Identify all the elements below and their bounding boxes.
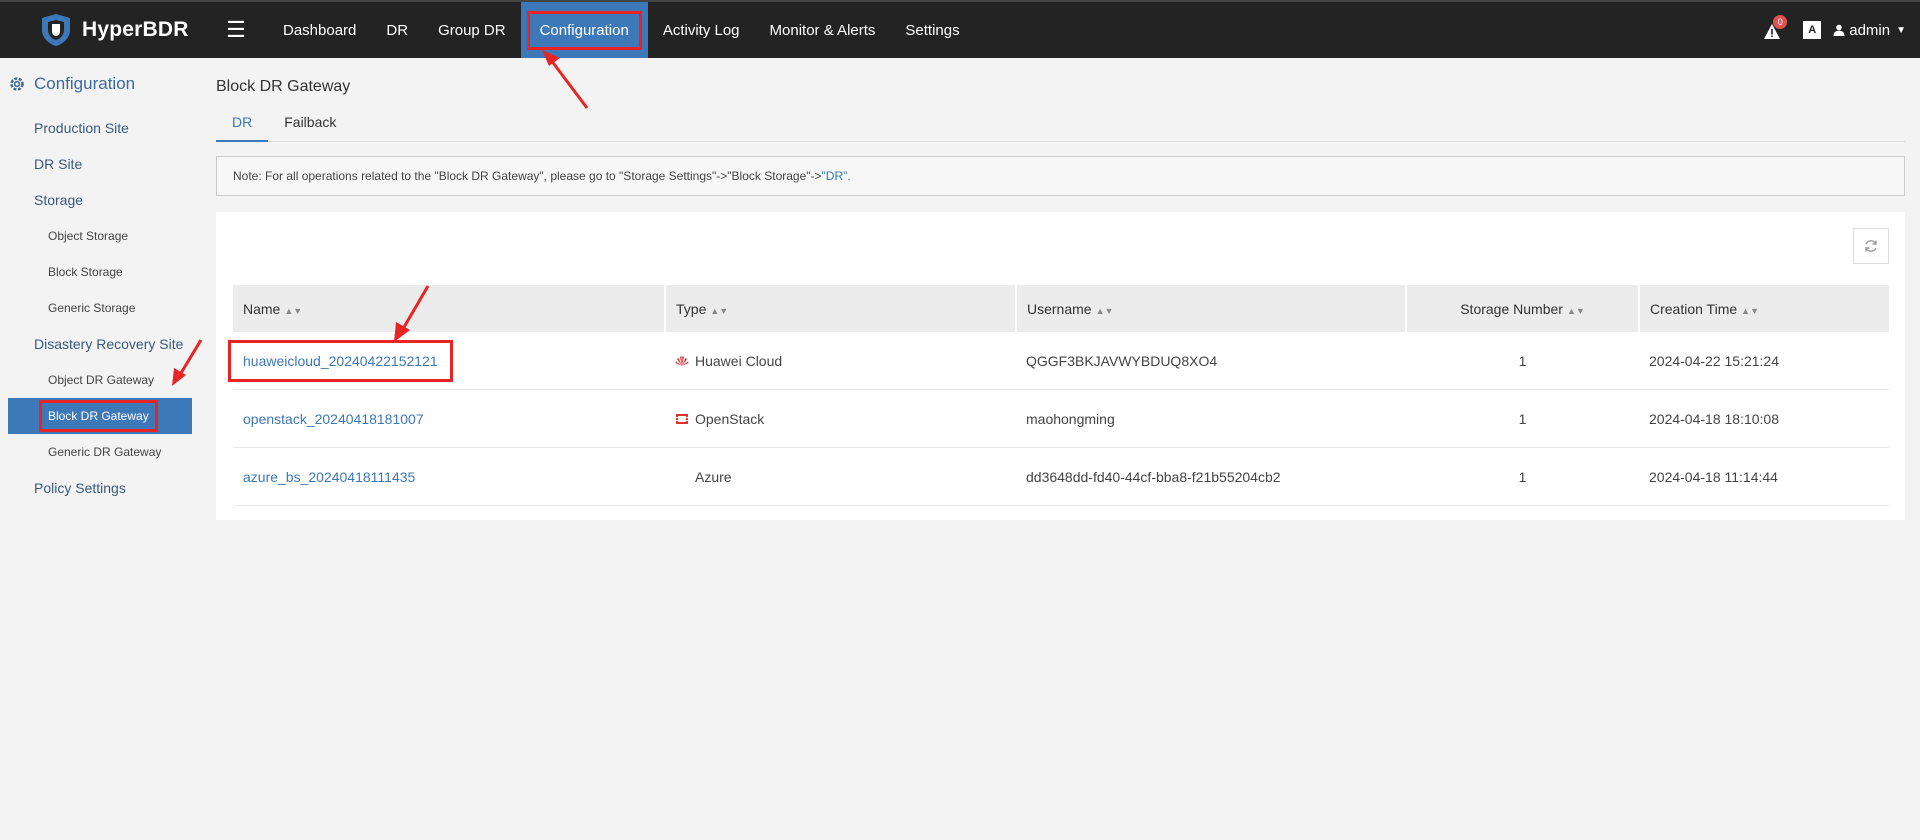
nav-activity-log[interactable]: Activity Log <box>648 2 755 58</box>
menu-toggle-icon[interactable]: ☰ <box>218 17 254 43</box>
table-row: azure_bs_20240418111435 Azure dd3648dd-f… <box>233 447 1889 506</box>
sidebar-item-dr-site[interactable]: DR Site <box>0 146 200 182</box>
cell-storage-number: 1 <box>1406 389 1639 448</box>
azure-icon <box>675 471 689 483</box>
main-content: Block DR Gateway DR Failback Note: For a… <box>216 58 1905 520</box>
hyperbdr-logo-icon <box>42 14 70 46</box>
cell-username: maohongming <box>1016 389 1406 448</box>
cell-storage-number: 1 <box>1406 447 1639 506</box>
cell-type: OpenStack <box>665 389 1016 448</box>
info-note: Note: For all operations related to the … <box>216 156 1905 196</box>
main-nav: Dashboard DR Group DR Configuration Acti… <box>268 2 975 58</box>
nav-configuration-label: Configuration <box>526 10 642 50</box>
openstack-icon <box>676 413 688 424</box>
cell-creation-time: 2024-04-22 15:21:24 <box>1639 332 1889 390</box>
column-header-name-label: Name <box>243 300 281 317</box>
cell-username: QGGF3BKJAVWYBDUQ8XO4 <box>1016 332 1406 390</box>
table-row: openstack_20240418181007 OpenStack maoho… <box>233 389 1889 448</box>
gateway-type: Huawei Cloud <box>695 352 783 369</box>
sidebar-item-block-dr-gateway-label: Block DR Gateway <box>39 400 158 432</box>
huawei-cloud-icon <box>675 355 689 366</box>
sort-icon[interactable]: ▲▼ <box>284 306 302 316</box>
column-header-username[interactable]: Username ▲▼ <box>1016 285 1407 332</box>
sidebar-item-object-storage[interactable]: Object Storage <box>0 218 200 254</box>
sidebar-item-policy-settings[interactable]: Policy Settings <box>0 470 200 506</box>
column-header-name[interactable]: Name ▲▼ <box>233 285 666 332</box>
sidebar-item-generic-storage[interactable]: Generic Storage <box>0 290 200 326</box>
gateway-table: Name ▲▼ Type ▲▼ Username ▲▼ Storage Number ▲… <box>228 285 1889 506</box>
nav-configuration[interactable]: Configuration <box>520 2 648 58</box>
gateway-table-card: Name ▲▼ Type ▲▼ Username ▲▼ Storage Number ▲… <box>216 212 1905 520</box>
column-header-creation-time-label: Creation Time <box>1650 300 1738 317</box>
table-header-row: Name ▲▼ Type ▲▼ Username ▲▼ Storage Number ▲… <box>233 285 1889 332</box>
nav-group-dr[interactable]: Group DR <box>423 2 521 58</box>
gateway-name-link[interactable]: azure_bs_20240418111435 <box>243 469 415 485</box>
header-actions: 0 A admin ▼ <box>1763 15 1906 41</box>
cell-type: Huawei Cloud <box>665 332 1016 390</box>
gateway-type: Azure <box>695 468 732 485</box>
cell-name: huaweicloud_20240422152121 <box>228 332 665 390</box>
column-header-username-label: Username <box>1027 300 1092 317</box>
user-icon <box>1833 24 1845 36</box>
gateway-type: OpenStack <box>695 410 765 427</box>
highlight-box: huaweicloud_20240422152121 <box>228 339 453 382</box>
cell-name: azure_bs_20240418111435 <box>233 447 665 506</box>
tab-bar: DR Failback <box>216 114 1905 142</box>
sidebar-item-block-storage[interactable]: Block Storage <box>0 254 200 290</box>
nav-dr[interactable]: DR <box>371 2 423 58</box>
alert-count-badge: 0 <box>1773 15 1788 29</box>
refresh-icon <box>1865 240 1877 252</box>
gear-icon <box>10 77 24 91</box>
column-header-storage-number-label: Storage Number <box>1460 300 1563 317</box>
note-text: Note: For all operations related to the … <box>233 169 822 183</box>
column-header-creation-time[interactable]: Creation Time ▲▼ <box>1639 285 1889 332</box>
sidebar-item-object-dr-gateway[interactable]: Object DR Gateway <box>0 362 200 398</box>
sort-icon[interactable]: ▲▼ <box>710 306 728 316</box>
nav-dashboard[interactable]: Dashboard <box>268 2 371 58</box>
sidebar-item-production-site[interactable]: Production Site <box>0 110 200 146</box>
sidebar-item-generic-dr-gateway[interactable]: Generic DR Gateway <box>0 434 200 470</box>
cell-username: dd3648dd-fd40-44cf-bba8-f21b55204cb2 <box>1016 447 1406 506</box>
nav-settings[interactable]: Settings <box>890 2 974 58</box>
sidebar-title-label: Configuration <box>34 74 136 93</box>
refresh-button[interactable] <box>1853 228 1889 264</box>
gateway-name-link[interactable]: huaweicloud_20240422152121 <box>243 353 438 369</box>
tab-failback[interactable]: Failback <box>268 114 352 142</box>
cell-creation-time: 2024-04-18 18:10:08 <box>1639 389 1889 448</box>
sidebar-item-block-dr-gateway[interactable]: Block DR Gateway <box>8 398 192 434</box>
column-header-type[interactable]: Type ▲▼ <box>665 285 1017 332</box>
sort-icon[interactable]: ▲▼ <box>1096 306 1114 316</box>
sidebar-item-disaster-recovery-site[interactable]: Disastery Recovery Site <box>0 326 200 362</box>
column-header-storage-number[interactable]: Storage Number ▲▼ <box>1406 285 1640 332</box>
table-row: huaweicloud_20240422152121 Huawei Cloud <box>228 332 1889 390</box>
sidebar: Configuration Production Site DR Site St… <box>0 58 200 840</box>
alerts-button[interactable]: 0 <box>1763 15 1788 41</box>
tab-dr[interactable]: DR <box>216 114 269 142</box>
chevron-down-icon: ▼ <box>1896 24 1906 36</box>
logo-text: HyperBDR <box>82 18 189 41</box>
page-title: Block DR Gateway <box>216 78 351 95</box>
gateway-name-link[interactable]: openstack_20240418181007 <box>243 411 424 427</box>
cell-creation-time: 2024-04-18 11:14:44 <box>1639 447 1889 506</box>
sort-icon[interactable]: ▲▼ <box>1567 306 1585 316</box>
user-name: admin <box>1849 21 1891 39</box>
user-menu[interactable]: admin ▼ <box>1833 22 1906 39</box>
nav-monitor-alerts[interactable]: Monitor & Alerts <box>755 2 891 58</box>
sort-icon[interactable]: ▲▼ <box>1741 306 1759 316</box>
cell-storage-number: 1 <box>1406 332 1639 390</box>
sidebar-title: Configuration <box>0 58 200 110</box>
note-dr-link[interactable]: "DR". <box>822 169 851 183</box>
cell-type: Azure <box>665 447 1016 506</box>
top-navigation-bar: HyperBDR ☰ Dashboard DR Group DR Configu… <box>0 0 1920 58</box>
sidebar-item-storage[interactable]: Storage <box>0 182 200 218</box>
language-icon[interactable]: A <box>1803 21 1822 39</box>
cell-name: openstack_20240418181007 <box>233 389 665 448</box>
column-header-type-label: Type <box>676 300 707 317</box>
logo[interactable]: HyperBDR <box>38 12 218 48</box>
